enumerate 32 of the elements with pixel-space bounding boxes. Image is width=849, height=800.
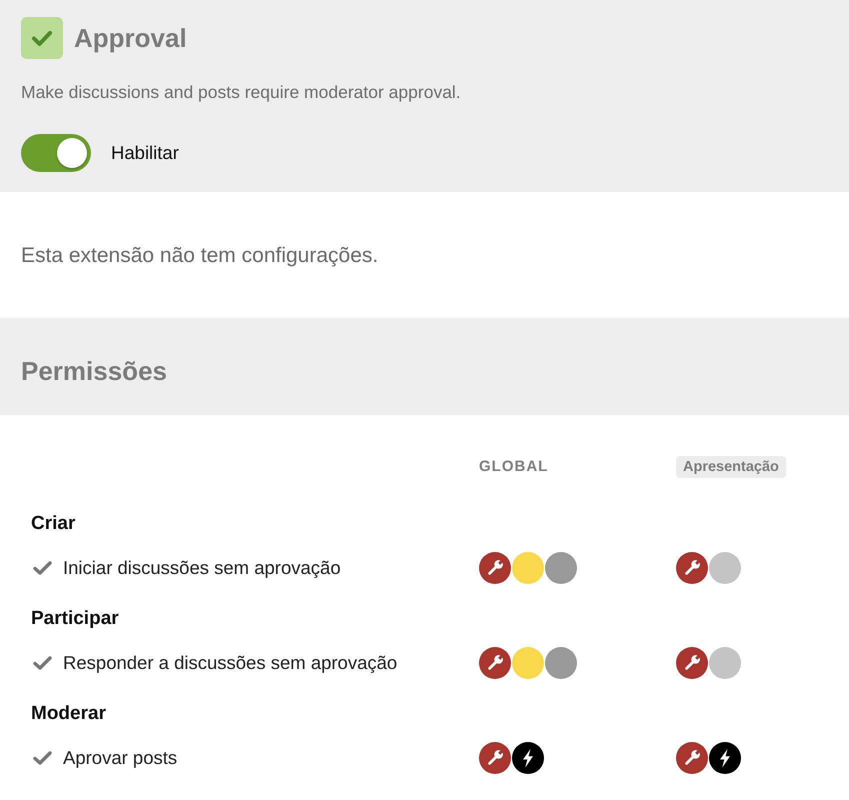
dot-icon[interactable] — [545, 552, 577, 584]
dot-icon[interactable] — [709, 647, 741, 679]
section-title: Permissões — [21, 355, 168, 387]
check-icon — [33, 751, 52, 765]
toggle-label[interactable]: Habilitar — [111, 142, 179, 164]
dot-icon[interactable] — [545, 647, 577, 679]
tag-label: Apresentação — [676, 456, 786, 478]
wrench-icon[interactable] — [676, 552, 708, 584]
group-heading: Moderar — [30, 702, 107, 726]
extension-description: Make discussions and posts require moderator approval. — [21, 82, 462, 102]
check-icon — [33, 561, 52, 575]
group-heading: Criar — [30, 512, 76, 536]
column-heading: GLOBAL — [479, 458, 548, 475]
wrench-icon[interactable] — [676, 647, 708, 679]
dot-icon[interactable] — [512, 552, 544, 584]
wrench-icon[interactable] — [479, 552, 511, 584]
dot-icon[interactable] — [709, 552, 741, 584]
dot-icon[interactable] — [512, 647, 544, 679]
permission-label: Responder a discussões sem aprovação — [63, 652, 398, 674]
wrench-icon[interactable] — [479, 647, 511, 679]
permission-label: Iniciar discussões sem aprovação — [63, 557, 341, 579]
settings-message: Esta extensão não tem configurações. — [21, 244, 380, 268]
wrench-icon[interactable] — [479, 742, 511, 774]
group-heading: Participar — [30, 607, 120, 631]
permission-label: Aprovar posts — [63, 747, 178, 769]
wrench-icon[interactable] — [676, 742, 708, 774]
extension-title: Approval — [74, 22, 187, 54]
toggle-switch[interactable] — [21, 134, 91, 172]
check-icon — [21, 17, 63, 59]
bolt-icon[interactable] — [709, 742, 741, 774]
check-icon — [33, 656, 52, 670]
bolt-icon[interactable] — [512, 742, 544, 774]
